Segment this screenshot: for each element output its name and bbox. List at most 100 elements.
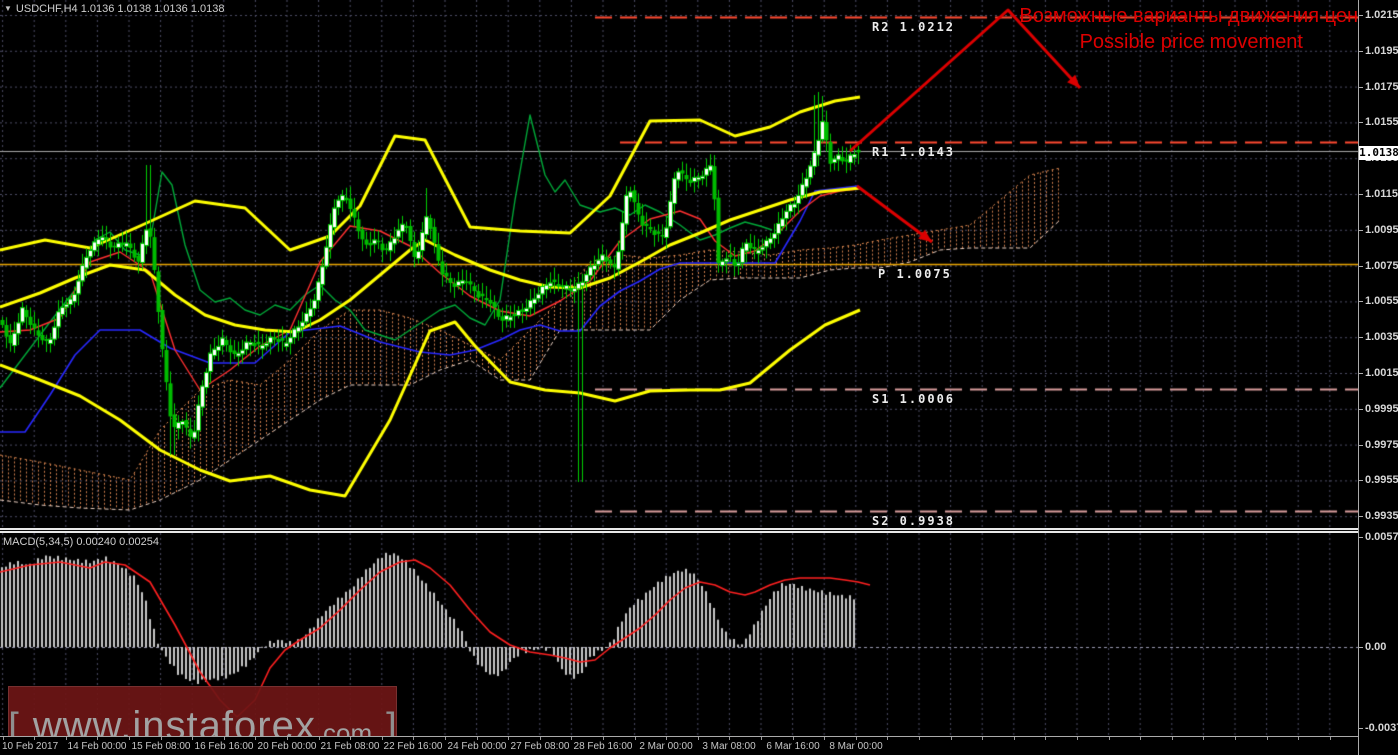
panel-divider[interactable]: [0, 528, 1358, 533]
price-axis-label: 1.0155: [1365, 116, 1398, 128]
price-axis-label: 1.0055: [1365, 295, 1398, 307]
symbol-label: USDCHF,H4: [15, 3, 78, 15]
macd-indicator-label: MACD(5,34,5) 0.00240 0.00254: [3, 536, 159, 548]
price-axis-label: 0.9935: [1365, 510, 1398, 522]
time-axis-tick: [539, 737, 541, 740]
time-axis-tick: [855, 737, 857, 740]
main-price-chart[interactable]: [0, 0, 1358, 528]
price-axis-label: 0.9955: [1365, 474, 1398, 486]
time-axis-tick: [1329, 737, 1331, 740]
chart-title: ▼ USDCHF,H4 1.0136 1.0138 1.0136 1.0138: [4, 3, 224, 15]
time-axis-tick: [1140, 737, 1142, 740]
axis-tick: [1359, 337, 1363, 338]
level-label-p: P 1.0075: [878, 267, 952, 281]
axis-tick: [1359, 409, 1363, 410]
annotation-text-en: Possible price movement: [1079, 31, 1303, 53]
axis-tick: [1359, 194, 1363, 195]
time-axis-tick: [1203, 737, 1205, 740]
time-axis-tick: [729, 737, 731, 740]
axis-tick: [1359, 647, 1363, 648]
price-axis-label: 1.0175: [1365, 81, 1398, 93]
time-axis-label: 14 Feb 00:00: [67, 741, 127, 752]
price-axis-label: 0.00578: [1365, 531, 1398, 543]
time-axis-tick: [1266, 737, 1268, 740]
time-axis-tick: [603, 737, 604, 740]
level-label-s1: S1 1.0006: [872, 392, 956, 406]
axis-tick: [1359, 445, 1363, 446]
axis-tick: [1359, 480, 1363, 481]
axis-tick: [1359, 373, 1363, 374]
time-axis-label: 8 Mar 00:00: [829, 741, 883, 752]
time-axis-label: 21 Feb 08:00: [320, 741, 380, 752]
time-axis-label: 16 Feb 16:00: [194, 741, 254, 752]
price-axis-label: -0.00378: [1365, 722, 1398, 734]
time-axis-tick: [318, 737, 320, 740]
level-label-r1: R1 1.0143: [872, 145, 956, 159]
time-axis-tick: [1045, 737, 1047, 740]
time-axis-label: 3 Mar 08:00: [702, 741, 756, 752]
axis-tick: [1359, 537, 1363, 538]
time-axis-tick: [129, 737, 130, 740]
current-price-badge: 1.0138: [1359, 146, 1398, 160]
price-axis[interactable]: 1.0138 1.02151.01951.01751.01551.01351.0…: [1358, 0, 1398, 755]
price-axis-label: 1.0115: [1365, 188, 1398, 200]
price-axis-label: 1.0095: [1365, 224, 1398, 236]
level-label-r2: R2 1.0212: [872, 20, 956, 34]
time-axis-label: 27 Feb 08:00: [510, 741, 570, 752]
time-axis-tick: [1171, 737, 1173, 740]
time-axis-tick: [666, 737, 668, 740]
time-axis-tick: [761, 737, 762, 740]
time-axis-tick: [1077, 737, 1078, 740]
time-axis-tick: [792, 737, 794, 740]
time-axis-label: 2 Mar 00:00: [639, 741, 693, 752]
time-axis-label: 24 Feb 00:00: [447, 741, 507, 752]
time-axis-tick: [223, 737, 225, 740]
time-axis-tick: [476, 737, 478, 740]
ohlc-values: 1.0136 1.0138 1.0136 1.0138: [80, 3, 225, 15]
time-axis-label: 15 Feb 08:00: [131, 741, 191, 752]
annotation-text-ru: Возможные варианты движения цен: [1019, 5, 1358, 27]
axis-tick: [1359, 266, 1363, 267]
time-axis-tick: [255, 737, 257, 740]
time-axis-tick: [192, 737, 194, 740]
price-axis-label: 1.0035: [1365, 331, 1398, 343]
axis-tick: [1359, 51, 1363, 52]
level-label-s2: S2 0.9938: [872, 514, 956, 528]
time-axis-tick: [160, 737, 162, 740]
time-axis-tick: [887, 737, 889, 740]
axis-tick: [1359, 122, 1363, 123]
axis-tick: [1359, 230, 1363, 231]
time-axis-label: 22 Feb 16:00: [383, 741, 443, 752]
axis-tick: [1359, 87, 1363, 88]
time-axis-tick: [1298, 737, 1300, 740]
time-axis-label: 10 Feb 2017: [2, 741, 59, 752]
price-axis-label: 1.0195: [1365, 45, 1398, 57]
time-axis-tick: [1013, 737, 1015, 740]
time-axis-tick: [445, 737, 446, 740]
time-axis-tick: [350, 737, 352, 740]
time-axis-tick: [287, 737, 288, 740]
price-axis-label: 1.0215: [1365, 9, 1398, 21]
price-axis-label: 1.0075: [1365, 260, 1398, 272]
time-axis-tick: [381, 737, 383, 740]
price-axis-label: 0.9995: [1365, 403, 1398, 415]
axis-tick: [1359, 301, 1363, 302]
time-axis-tick: [65, 737, 67, 740]
time-axis-label: 28 Feb 16:00: [573, 741, 633, 752]
mt4-chart-window: ▼ USDCHF,H4 1.0136 1.0138 1.0136 1.0138 M…: [0, 0, 1398, 755]
time-axis-tick: [97, 737, 99, 740]
time-axis-tick: [1235, 737, 1236, 740]
time-axis-tick: [824, 737, 826, 740]
time-axis-tick: [34, 737, 36, 740]
axis-tick: [1359, 728, 1363, 729]
axis-tick: [1359, 516, 1363, 517]
time-axis-tick: [982, 737, 984, 740]
price-axis-label: 0.00: [1365, 641, 1387, 653]
time-axis-tick: [508, 737, 510, 740]
time-axis-tick: [1108, 737, 1110, 740]
time-axis-tick: [413, 737, 415, 740]
time-axis[interactable]: 10 Feb 2017 14 Feb 00:00 15 Feb 08:00 16 Fe…: [0, 736, 1358, 755]
time-axis-label: 20 Feb 00:00: [257, 741, 317, 752]
time-axis-tick: [571, 737, 573, 740]
symbol-dropdown-icon[interactable]: ▼: [4, 4, 12, 13]
